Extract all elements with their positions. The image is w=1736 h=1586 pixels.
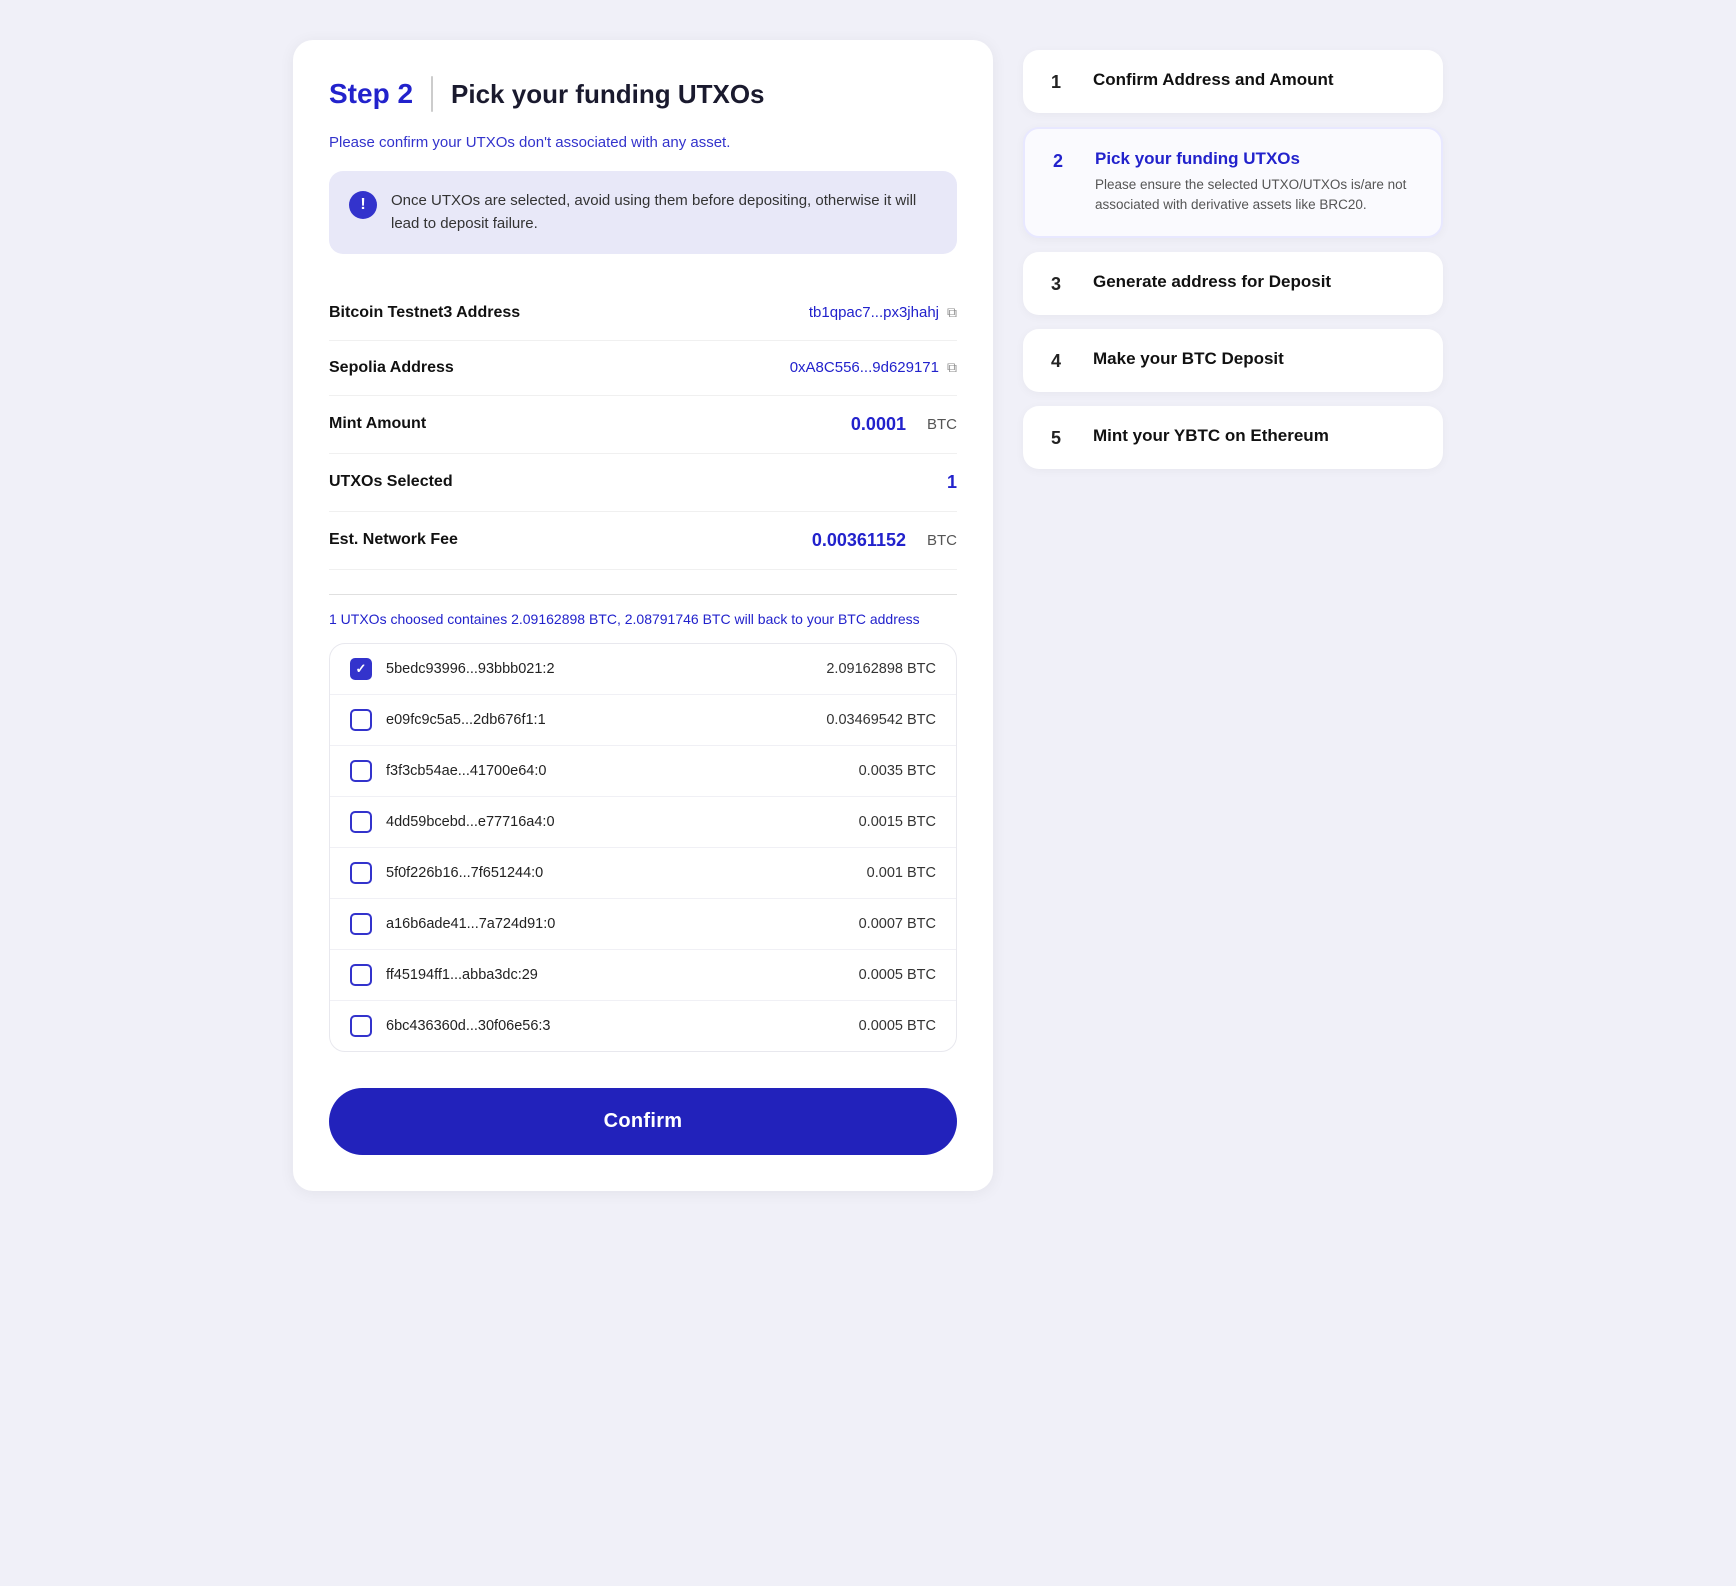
step-title: Pick your funding UTXOs (451, 79, 764, 110)
sidebar-step-num: 1 (1051, 72, 1073, 93)
field-sepolia-label: Sepolia Address (329, 359, 454, 377)
sidebar-step-1[interactable]: 1 Confirm Address and Amount (1023, 50, 1443, 113)
field-btc-value: tb1qpac7...px3jhahj ⧉ (809, 304, 957, 321)
info-icon: ! (349, 191, 377, 219)
utxo-id: 6bc436360d...30f06e56:3 (386, 1018, 550, 1034)
step-subtitle: Please confirm your UTXOs don't associat… (329, 134, 957, 151)
sidebar: 1 Confirm Address and Amount 2 Pick your fu… (1023, 40, 1443, 469)
utxo-summary: 1 UTXOs choosed containes 2.09162898 BTC… (329, 611, 957, 627)
field-mint-label: Mint Amount (329, 415, 426, 433)
sidebar-step-title: Mint your YBTC on Ethereum (1093, 426, 1329, 446)
utxo-row[interactable]: 5f0f226b16...7f651244:0 0.001 BTC (330, 848, 956, 899)
utxo-amount: 0.03469542 BTC (826, 712, 936, 728)
sidebar-step-5[interactable]: 5 Mint your YBTC on Ethereum (1023, 406, 1443, 469)
step-header: Step 2 Pick your funding UTXOs (329, 76, 957, 112)
sidebar-step-2[interactable]: 2 Pick your funding UTXOs Please ensure th… (1023, 127, 1443, 238)
section-divider (329, 594, 957, 595)
field-mint-amount: Mint Amount 0.0001 BTC (329, 396, 957, 454)
sidebar-step-num: 4 (1051, 351, 1073, 372)
field-btc-label: Bitcoin Testnet3 Address (329, 304, 520, 322)
step-header-divider (431, 76, 433, 112)
fields-section: Bitcoin Testnet3 Address tb1qpac7...px3j… (329, 286, 957, 570)
utxo-id: e09fc9c5a5...2db676f1:1 (386, 712, 546, 728)
utxo-row[interactable]: 5bedc93996...93bbb021:2 2.09162898 BTC (330, 644, 956, 695)
sidebar-step-num: 2 (1053, 151, 1075, 172)
field-sepolia-address: Sepolia Address 0xA8C556...9d629171 ⧉ (329, 341, 957, 396)
sidebar-step-3[interactable]: 3 Generate address for Deposit (1023, 252, 1443, 315)
field-fee-value: 0.00361152 BTC (812, 530, 957, 551)
utxo-amount: 0.0035 BTC (859, 763, 936, 779)
confirm-button[interactable]: Confirm (329, 1088, 957, 1155)
field-btc-address: Bitcoin Testnet3 Address tb1qpac7...px3j… (329, 286, 957, 341)
utxo-id: a16b6ade41...7a724d91:0 (386, 916, 555, 932)
utxo-list: 5bedc93996...93bbb021:2 2.09162898 BTC e09… (329, 643, 957, 1052)
field-sepolia-value: 0xA8C556...9d629171 ⧉ (790, 359, 957, 376)
utxo-id: ff45194ff1...abba3dc:29 (386, 967, 538, 983)
utxo-row[interactable]: f3f3cb54ae...41700e64:0 0.0035 BTC (330, 746, 956, 797)
utxo-checkbox[interactable] (350, 1015, 372, 1037)
field-mint-value: 0.0001 BTC (851, 414, 957, 435)
sidebar-step-desc: Please ensure the selected UTXO/UTXOs is… (1095, 175, 1413, 216)
field-fee-label: Est. Network Fee (329, 531, 458, 549)
utxo-checkbox[interactable] (350, 913, 372, 935)
utxo-id: 5bedc93996...93bbb021:2 (386, 661, 555, 677)
utxo-amount: 0.001 BTC (867, 865, 936, 881)
utxo-amount: 0.0005 BTC (859, 1018, 936, 1034)
utxo-id: 4dd59bcebd...e77716a4:0 (386, 814, 555, 830)
copy-sepolia-icon[interactable]: ⧉ (947, 359, 957, 376)
info-text: Once UTXOs are selected, avoid using the… (391, 189, 937, 236)
utxo-amount: 0.0015 BTC (859, 814, 936, 830)
utxo-amount: 0.0007 BTC (859, 916, 936, 932)
field-utxos-label: UTXOs Selected (329, 473, 453, 491)
info-box: ! Once UTXOs are selected, avoid using t… (329, 171, 957, 254)
utxo-row[interactable]: ff45194ff1...abba3dc:29 0.0005 BTC (330, 950, 956, 1001)
utxo-checkbox[interactable] (350, 760, 372, 782)
utxo-checkbox[interactable] (350, 862, 372, 884)
step-badge: Step 2 (329, 78, 413, 110)
utxo-row[interactable]: a16b6ade41...7a724d91:0 0.0007 BTC (330, 899, 956, 950)
utxo-checkbox[interactable] (350, 658, 372, 680)
field-utxos-selected: UTXOs Selected 1 (329, 454, 957, 512)
sidebar-step-4[interactable]: 4 Make your BTC Deposit (1023, 329, 1443, 392)
utxo-id: 5f0f226b16...7f651244:0 (386, 865, 543, 881)
utxo-amount: 0.0005 BTC (859, 967, 936, 983)
field-network-fee: Est. Network Fee 0.00361152 BTC (329, 512, 957, 570)
utxo-row[interactable]: 4dd59bcebd...e77716a4:0 0.0015 BTC (330, 797, 956, 848)
utxo-row[interactable]: e09fc9c5a5...2db676f1:1 0.03469542 BTC (330, 695, 956, 746)
sidebar-step-num: 3 (1051, 274, 1073, 295)
utxo-checkbox[interactable] (350, 964, 372, 986)
utxo-amount: 2.09162898 BTC (826, 661, 936, 677)
sidebar-step-title: Make your BTC Deposit (1093, 349, 1284, 369)
field-utxos-value: 1 (947, 472, 957, 493)
sidebar-step-num: 5 (1051, 428, 1073, 449)
utxo-row[interactable]: 6bc436360d...30f06e56:3 0.0005 BTC (330, 1001, 956, 1051)
sidebar-step-title: Pick your funding UTXOs (1095, 149, 1413, 169)
sidebar-step-title: Generate address for Deposit (1093, 272, 1331, 292)
copy-btc-icon[interactable]: ⧉ (947, 304, 957, 321)
utxo-checkbox[interactable] (350, 709, 372, 731)
utxo-checkbox[interactable] (350, 811, 372, 833)
utxo-id: f3f3cb54ae...41700e64:0 (386, 763, 546, 779)
main-card: Step 2 Pick your funding UTXOs Please co… (293, 40, 993, 1191)
sidebar-step-title: Confirm Address and Amount (1093, 70, 1334, 90)
